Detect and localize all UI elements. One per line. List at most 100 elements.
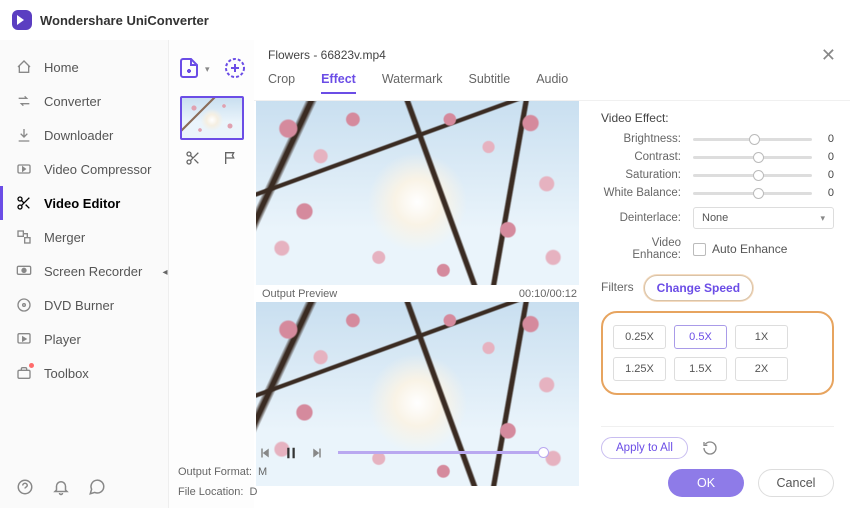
help-icon[interactable] [16,478,34,496]
contrast-label: Contrast: [601,151,687,163]
titlebar: Wondershare UniConverter [0,0,850,40]
brightness-label: Brightness: [601,133,687,145]
bottom-info: Output Format: M File Location: D [178,458,267,498]
saturation-label: Saturation: [601,169,687,181]
play-icon [16,331,32,347]
saturation-row: Saturation: 0 [601,169,834,181]
toolbox-icon [16,365,32,381]
scissors-icon [16,195,32,211]
sidebar-item-player[interactable]: Player [0,322,168,356]
white-balance-row: White Balance: 0 [601,187,834,199]
flag-icon[interactable] [223,150,239,166]
speed-0-5x[interactable]: 0.5X [674,325,727,349]
tab-audio[interactable]: Audio [536,72,568,94]
sidebar-item-label: Player [44,332,81,347]
sidebar-item-label: Screen Recorder [44,264,142,279]
ok-button[interactable]: OK [668,469,744,497]
sidebar-item-merger[interactable]: Merger [0,220,168,254]
saturation-value: 0 [818,169,834,181]
sidebar-item-screen-recorder[interactable]: Screen Recorder [0,254,168,288]
media-strip: ▾ [168,40,254,508]
contrast-row: Contrast: 0 [601,151,834,163]
speed-0-25x[interactable]: 0.25X [613,325,666,349]
sidebar: Home Converter Downloader Video Compress… [0,40,168,508]
tab-watermark[interactable]: Watermark [382,72,443,94]
cut-icon[interactable] [185,150,201,166]
deinterlace-label: Deinterlace: [601,212,687,224]
merger-icon [16,229,32,245]
speed-2x[interactable]: 2X [735,357,788,381]
sidebar-item-label: DVD Burner [44,298,114,313]
apply-to-all-button[interactable]: Apply to All [601,437,688,459]
white-balance-value: 0 [818,187,834,199]
output-format-label: Output Format: [178,466,252,478]
contrast-slider[interactable] [693,156,812,159]
output-preview-label: Output Preview [262,288,337,300]
sidebar-item-toolbox[interactable]: Toolbox [0,356,168,390]
enhance-label: Video Enhance: [601,237,687,261]
app-name: Wondershare UniConverter [40,13,209,28]
original-preview [256,101,579,285]
chat-icon[interactable] [88,478,106,496]
subtab-filters[interactable]: Filters [601,275,634,301]
effect-controls: Video Effect: Brightness: 0 Contrast: 0 … [581,101,850,509]
timeline-slider[interactable] [338,451,544,454]
tab-effect[interactable]: Effect [321,72,356,94]
tab-subtitle[interactable]: Subtitle [468,72,510,94]
white-balance-label: White Balance: [601,187,687,199]
sidebar-item-label: Toolbox [44,366,89,381]
auto-enhance-label: Auto Enhance [712,242,787,256]
deinterlace-select[interactable]: None ▾ [693,207,834,229]
editor-panel: Flowers - 66823v.mp4 ✕ Crop Effect Water… [254,40,850,508]
close-icon[interactable]: ✕ [821,45,836,66]
recorder-icon [16,263,32,279]
saturation-slider[interactable] [693,174,812,177]
bell-icon[interactable] [52,478,70,496]
sidebar-item-label: Home [44,60,79,75]
speed-1-25x[interactable]: 1.25X [613,357,666,381]
converter-icon [16,93,32,109]
editor-filename: Flowers - 66823v.mp4 [268,48,386,62]
add-circle-icon[interactable] [222,56,248,80]
time-display: 00:10/00:12 [519,288,577,300]
next-frame-icon[interactable] [308,444,326,462]
home-icon [16,59,32,75]
sidebar-item-label: Video Compressor [44,162,151,177]
clip-thumbnail[interactable] [180,96,244,140]
compressor-icon [16,161,32,177]
pause-icon[interactable] [282,444,300,462]
auto-enhance-checkbox[interactable] [693,243,706,256]
sidebar-item-downloader[interactable]: Downloader [0,118,168,152]
add-file-icon[interactable]: ▾ [176,56,202,80]
brightness-slider[interactable] [693,138,812,141]
chevron-down-icon: ▾ [820,213,825,224]
sidebar-item-converter[interactable]: Converter [0,84,168,118]
sidebar-item-label: Video Editor [44,196,120,211]
sidebar-item-compressor[interactable]: Video Compressor [0,152,168,186]
cancel-button[interactable]: Cancel [758,469,834,497]
file-location-value: D [249,486,257,498]
tab-crop[interactable]: Crop [268,72,295,94]
output-format-value: M [258,466,267,478]
reset-icon[interactable] [702,440,718,456]
app-logo [12,10,32,30]
subtab-change-speed[interactable]: Change Speed [644,275,753,301]
sidebar-item-home[interactable]: Home [0,50,168,84]
sidebar-item-label: Merger [44,230,85,245]
brightness-row: Brightness: 0 [601,133,834,145]
contrast-value: 0 [818,151,834,163]
sidebar-item-label: Downloader [44,128,113,143]
sidebar-item-label: Converter [44,94,101,109]
speed-options-box: 0.25X 0.5X 1X 1.25X 1.5X 2X [601,311,834,395]
sidebar-item-video-editor[interactable]: Video Editor [0,186,168,220]
video-effect-title: Video Effect: [601,111,834,125]
editor-tabs: Crop Effect Watermark Subtitle Audio [254,70,850,101]
download-icon [16,127,32,143]
speed-1-5x[interactable]: 1.5X [674,357,727,381]
white-balance-slider[interactable] [693,192,812,195]
sidebar-collapse-toggle[interactable]: ◂ [158,265,172,279]
deinterlace-value: None [702,212,728,224]
sidebar-item-dvd-burner[interactable]: DVD Burner [0,288,168,322]
speed-1x[interactable]: 1X [735,325,788,349]
disc-icon [16,297,32,313]
